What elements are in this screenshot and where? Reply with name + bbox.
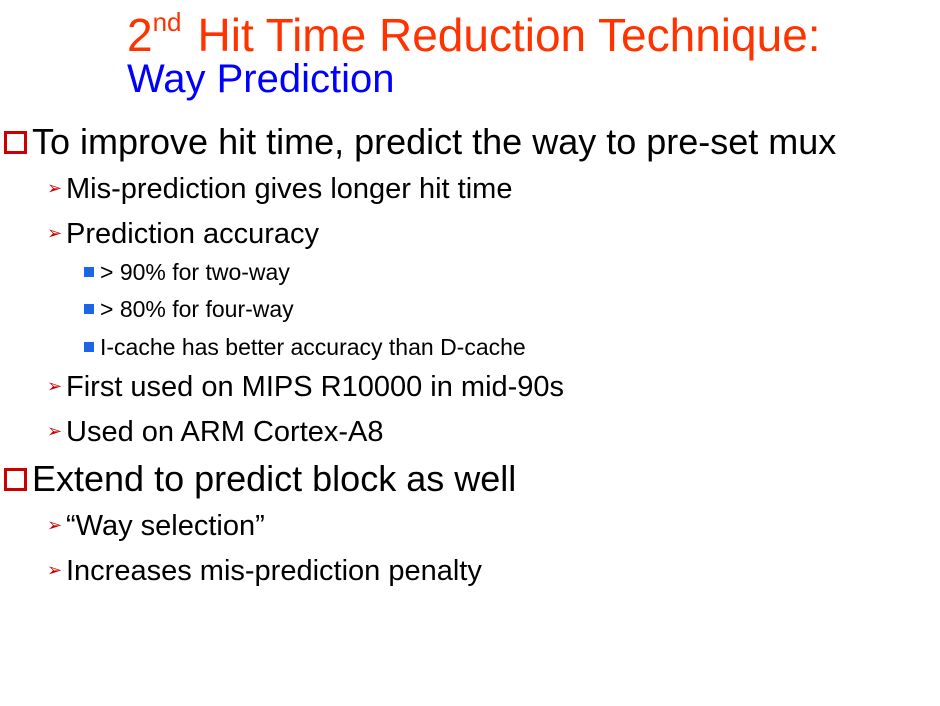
arrowhead-bullet-icon: ➢: [47, 376, 63, 396]
title-ordinal-suffix: nd: [152, 7, 182, 37]
arrowhead-bullet-icon: ➢: [47, 178, 63, 198]
bullet-text: > 90% for two-way: [100, 259, 290, 285]
bullet-level3: > 80% for four-way: [84, 295, 294, 323]
bullet-text: Increases mis-prediction penalty: [66, 555, 482, 587]
bullet-text: “Way selection”: [66, 510, 265, 542]
arrowhead-bullet-icon: ➢: [47, 515, 63, 535]
bullet-level2: ➢ “Way selection”: [47, 508, 265, 543]
bullet-level3: > 90% for two-way: [84, 258, 290, 286]
arrowhead-bullet-icon: ➢: [47, 560, 63, 580]
arrowhead-bullet-icon: ➢: [47, 421, 63, 441]
bullet-text: Mis-prediction gives longer hit time: [66, 173, 513, 205]
hollow-square-bullet-icon: [4, 131, 27, 154]
hollow-square-bullet-icon: [4, 468, 27, 491]
bullet-text: Extend to predict block as well: [32, 458, 517, 499]
bullet-level1: To improve hit time, predict the way to …: [4, 122, 836, 162]
bullet-text: First used on MIPS R10000 in mid-90s: [66, 371, 565, 403]
bullet-level2: ➢ Prediction accuracy: [47, 216, 319, 251]
slide-subtitle: Way Prediction: [127, 57, 395, 101]
bullet-level2: ➢ Increases mis-prediction penalty: [47, 553, 482, 588]
slide: 2nd Hit Time Reduction Technique: Way Pre…: [0, 0, 940, 706]
bullet-level1: Extend to predict block as well: [4, 459, 516, 499]
bullet-level2: ➢ Used on ARM Cortex-A8: [47, 414, 384, 449]
title-ordinal-number: 2: [127, 9, 153, 61]
bullet-text: To improve hit time, predict the way to …: [32, 121, 837, 162]
arrowhead-bullet-icon: ➢: [47, 223, 63, 243]
bullet-level3: I-cache has better accuracy than D-cache: [84, 333, 526, 361]
title-main: Hit Time Reduction Technique:: [197, 9, 821, 61]
bullet-level2: ➢ First used on MIPS R10000 in mid-90s: [47, 369, 564, 404]
bullet-text: Prediction accuracy: [66, 218, 320, 250]
bullet-text: Used on ARM Cortex-A8: [66, 416, 384, 448]
filled-square-bullet-icon: [84, 304, 94, 314]
filled-square-bullet-icon: [84, 267, 94, 277]
bullet-text: I-cache has better accuracy than D-cache: [100, 334, 526, 360]
bullet-text: > 80% for four-way: [100, 296, 294, 322]
bullet-level2: ➢ Mis-prediction gives longer hit time: [47, 171, 512, 206]
filled-square-bullet-icon: [84, 342, 94, 352]
slide-title: 2nd Hit Time Reduction Technique:: [127, 0, 821, 61]
